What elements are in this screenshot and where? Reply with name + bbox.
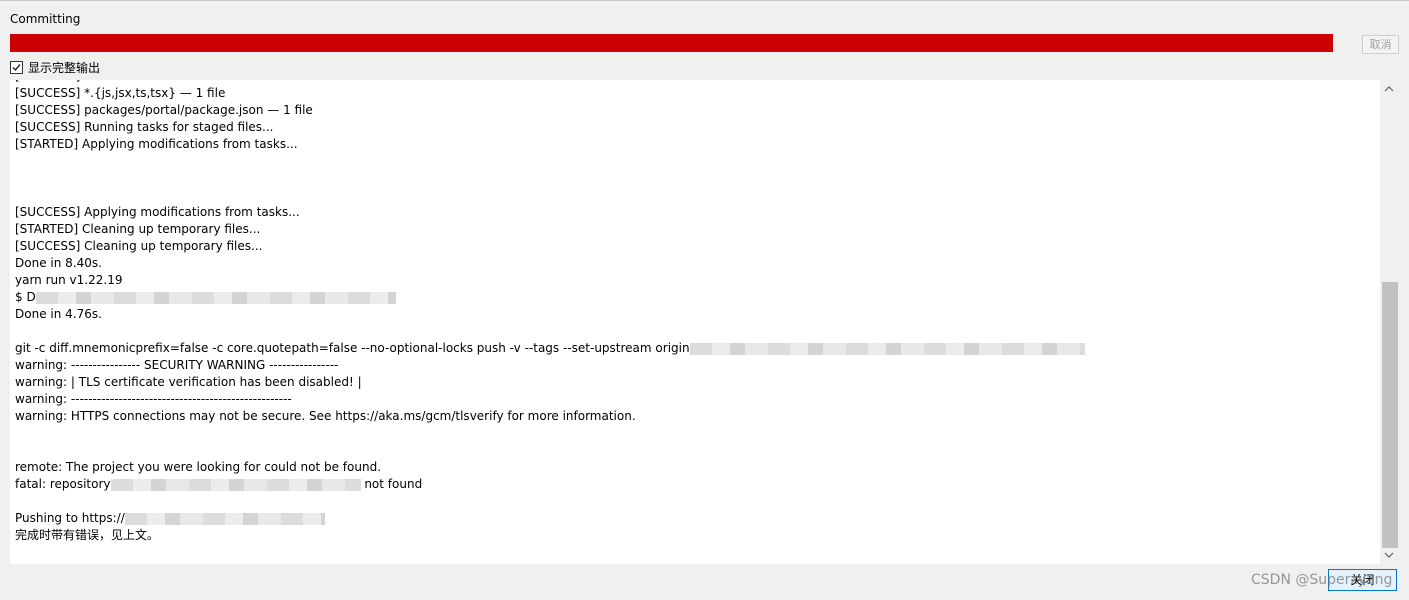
log-line: yarn run v1.22.19 bbox=[15, 272, 1085, 289]
log-line: [STARTED] Applying modifications from ta… bbox=[15, 136, 1085, 153]
log-line-text: remote: The project you were looking for… bbox=[15, 460, 382, 474]
log-line: warning: | TLS certificate verification … bbox=[15, 374, 1085, 391]
log-line: [SUCCESS] packages/portal/package.json —… bbox=[15, 102, 1085, 119]
log-line: warning: ---------------- SECURITY WARNI… bbox=[15, 357, 1085, 374]
log-line: $ D bbox=[15, 289, 1085, 306]
log-line: fatal: repository not found bbox=[15, 476, 1085, 493]
redacted-text bbox=[35, 291, 396, 304]
log-line-text: Pushing to https:// bbox=[15, 511, 125, 525]
log-line-text: [SUCCESS] eslint --fix bbox=[15, 80, 144, 83]
log-line-text: warning: ---------------- SECURITY WARNI… bbox=[15, 358, 339, 372]
log-line-text: Done in 4.76s. bbox=[15, 307, 102, 321]
log-line: Done in 4.76s. bbox=[15, 306, 1085, 323]
checkmark-icon bbox=[12, 64, 21, 72]
redacted-text bbox=[689, 342, 1085, 355]
show-full-output-checkbox[interactable] bbox=[10, 61, 23, 74]
log-line: [SUCCESS] Applying modifications from ta… bbox=[15, 204, 1085, 221]
commit-dialog: Committing 取消 显示完整输出 [SUCCESS] eslint --… bbox=[0, 0, 1409, 600]
log-line: Pushing to https:// bbox=[15, 510, 1085, 527]
log-line-text: $ D bbox=[15, 290, 36, 304]
log-line: [SUCCESS] *.{js,jsx,ts,tsx} — 1 file bbox=[15, 85, 1085, 102]
log-line: [STARTED] Cleaning up temporary files... bbox=[15, 221, 1085, 238]
dialog-title: Committing bbox=[10, 12, 81, 26]
log-line-text: [STARTED] Applying modifications from ta… bbox=[15, 137, 298, 151]
progress-bar bbox=[10, 34, 1333, 52]
log-line-text: Done in 8.40s. bbox=[15, 256, 102, 270]
chevron-up-icon bbox=[1384, 86, 1394, 92]
show-full-output-toggle[interactable]: 显示完整输出 bbox=[10, 59, 100, 76]
output-scrollbar[interactable] bbox=[1380, 80, 1398, 564]
chevron-down-icon bbox=[1384, 552, 1394, 558]
log-line-text: warning: | TLS certificate verification … bbox=[15, 375, 362, 389]
top-border bbox=[0, 0, 1409, 1]
log-line: git -c diff.mnemonicprefix=false -c core… bbox=[15, 340, 1085, 357]
log-line: [SUCCESS] Running tasks for staged files… bbox=[15, 119, 1085, 136]
log-line-text: git -c diff.mnemonicprefix=false -c core… bbox=[15, 341, 690, 355]
log-line-text: [SUCCESS] Applying modifications from ta… bbox=[15, 205, 300, 219]
log-line: warning: -------------------------------… bbox=[15, 391, 1085, 408]
show-full-output-label: 显示完整输出 bbox=[28, 61, 101, 75]
output-log-panel[interactable]: [SUCCESS] eslint --fix [SUCCESS] *.{js,js… bbox=[10, 80, 1380, 564]
log-line-suffix: not found bbox=[360, 477, 423, 491]
scroll-up-button[interactable] bbox=[1380, 80, 1398, 98]
log-line-text: [SUCCESS] packages/portal/package.json —… bbox=[15, 103, 313, 117]
log-line: warning: HTTPS connections may not be se… bbox=[15, 408, 1085, 425]
close-button[interactable]: 关闭 bbox=[1328, 569, 1397, 591]
log-line-text: [SUCCESS] Running tasks for staged files… bbox=[15, 120, 274, 134]
log-line: Done in 8.40s. bbox=[15, 255, 1085, 272]
log-line-text: [SUCCESS] Cleaning up temporary files... bbox=[15, 239, 263, 253]
progress-bar-fill bbox=[10, 34, 1333, 52]
output-log: [SUCCESS] eslint --fix [SUCCESS] *.{js,js… bbox=[15, 80, 1085, 544]
log-line-text: fatal: repository bbox=[15, 477, 111, 491]
log-line-text: warning: HTTPS connections may not be se… bbox=[15, 409, 636, 423]
cancel-button[interactable]: 取消 bbox=[1362, 35, 1399, 54]
log-line-text: warning: -------------------------------… bbox=[15, 392, 292, 406]
redacted-text bbox=[110, 478, 361, 491]
scrollbar-thumb[interactable] bbox=[1382, 282, 1398, 548]
log-line: remote: The project you were looking for… bbox=[15, 459, 1085, 476]
redacted-text bbox=[124, 512, 325, 525]
log-line: [SUCCESS] Cleaning up temporary files... bbox=[15, 238, 1085, 255]
log-line-text: [STARTED] Cleaning up temporary files... bbox=[15, 222, 261, 236]
log-line-text: [SUCCESS] *.{js,jsx,ts,tsx} — 1 file bbox=[15, 86, 226, 100]
scroll-down-button[interactable] bbox=[1380, 546, 1398, 564]
log-line-text: yarn run v1.22.19 bbox=[15, 273, 123, 287]
log-line-text: 完成时带有错误，见上文。 bbox=[15, 528, 160, 542]
log-line: 完成时带有错误，见上文。 bbox=[15, 527, 1085, 544]
